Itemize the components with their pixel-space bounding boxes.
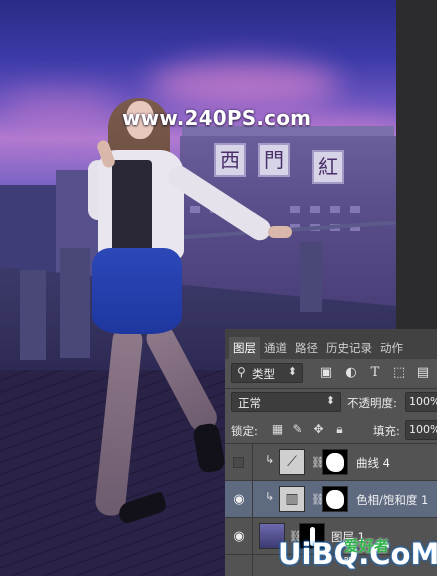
clipping-arrow-icon: ↳ xyxy=(265,453,275,466)
wall-pillar xyxy=(20,270,46,360)
visibility-toggle-off[interactable] xyxy=(233,457,244,468)
eye-icon[interactable]: ◉ xyxy=(233,530,245,543)
wall-pillar xyxy=(300,242,322,312)
link-icon[interactable]: ⛓ xyxy=(311,456,325,469)
blend-row: 正常 ⬍ 不透明度: 100% xyxy=(225,389,437,415)
adjustment-filter-icon[interactable]: ◐ xyxy=(344,366,358,380)
tab-paths[interactable]: 路径 xyxy=(291,337,322,359)
curves-adjustment-icon: ⟋ xyxy=(279,449,305,475)
tab-actions[interactable]: 动作 xyxy=(376,337,407,359)
image-filter-icon[interactable]: ▣ xyxy=(319,366,333,380)
opacity-label: 不透明度: xyxy=(347,396,397,410)
smart-object-filter-icon[interactable]: ▤ xyxy=(416,366,430,380)
blend-mode-label: 正常 xyxy=(238,396,261,410)
tab-channels[interactable]: 通道 xyxy=(260,337,291,359)
chevron-updown-icon: ⬍ xyxy=(287,365,297,378)
search-icon: ⚲ xyxy=(237,365,246,379)
woman-hand xyxy=(268,226,292,238)
fill-label: 填充: xyxy=(373,424,400,438)
building-window xyxy=(350,206,360,213)
clipping-arrow-icon: ↳ xyxy=(265,490,275,503)
link-icon[interactable]: ⛓ xyxy=(311,493,325,506)
shape-filter-icon[interactable]: ⬚ xyxy=(392,366,406,380)
building-window xyxy=(330,206,340,213)
layer-name: 曲线 4 xyxy=(356,456,390,470)
hue-saturation-adjustment-icon: ▥ xyxy=(279,486,305,512)
layer-row-curves[interactable]: ↳ ⟋ ⛓ 曲线 4 xyxy=(225,443,437,481)
layer-name: 色相/饱和度 1 xyxy=(356,493,429,507)
watermark-text: www.240PS.com xyxy=(122,106,312,130)
sign-character: 門 xyxy=(258,143,290,177)
layer-mask-thumbnail[interactable] xyxy=(322,449,348,475)
eye-icon[interactable]: ◉ xyxy=(233,493,245,506)
sign-character: 紅 xyxy=(312,150,344,184)
lock-all-icon[interactable]: 🔒︎ xyxy=(333,423,346,436)
site-logo: UiBQ.CoM 爱好者 PS xyxy=(278,533,437,576)
opacity-input[interactable]: 100% xyxy=(405,392,437,412)
sign-character: 西 xyxy=(214,143,246,177)
sky-glow xyxy=(0,90,120,124)
building-window xyxy=(310,206,320,213)
lock-row: 锁定: ▦ ✎ ✥ 🔒︎ 填充: 100% xyxy=(225,417,437,443)
blend-mode-select[interactable]: 正常 ⬍ xyxy=(231,392,341,412)
divider xyxy=(252,518,253,555)
lock-transparency-icon[interactable]: ▦ xyxy=(271,423,284,436)
building-window xyxy=(290,206,300,213)
sky-glow xyxy=(150,60,340,108)
divider xyxy=(252,444,253,481)
logo-tiny-text: PS xyxy=(344,556,353,564)
tab-layers[interactable]: 图层 xyxy=(229,337,260,359)
tab-history[interactable]: 历史记录 xyxy=(322,337,376,359)
layer-row-hue-saturation[interactable]: ◉ ↳ ▥ ⛓ 色相/饱和度 1 xyxy=(225,480,437,518)
building-window xyxy=(190,206,200,213)
woman-skirt xyxy=(92,248,182,334)
logo-sub-text: 爱好者 xyxy=(344,537,390,555)
fill-input[interactable]: 100% xyxy=(405,420,437,440)
wall-pillar xyxy=(60,248,90,358)
layer-mask-thumbnail[interactable] xyxy=(322,486,348,512)
chevron-updown-icon: ⬍ xyxy=(325,394,335,407)
lock-position-icon[interactable]: ✥ xyxy=(312,423,325,436)
layer-filter-row: ⚲ 类型 ⬍ ▣ ◐ T ⬚ ▤ xyxy=(225,361,437,387)
filter-kind-label: 类型 xyxy=(252,367,275,381)
lock-label: 锁定: xyxy=(231,424,258,438)
lock-pixels-icon[interactable]: ✎ xyxy=(291,423,304,436)
divider xyxy=(252,481,253,518)
type-filter-icon[interactable]: T xyxy=(368,366,382,380)
woman-top xyxy=(112,160,152,252)
filter-kind-select[interactable]: ⚲ 类型 ⬍ xyxy=(231,363,303,383)
panel-tab-bar: 图层 通道 路径 历史记录 动作 xyxy=(225,329,437,359)
divider xyxy=(252,555,253,576)
